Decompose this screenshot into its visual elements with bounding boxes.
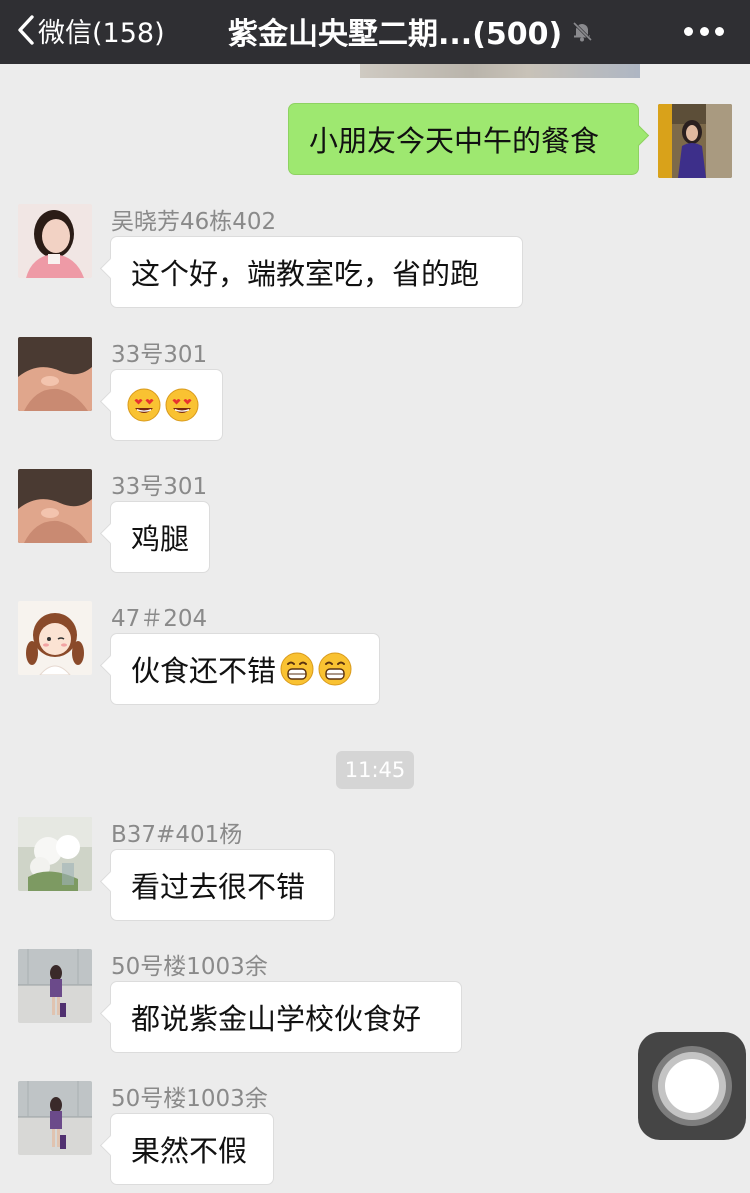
message-bubble[interactable]: 小朋友今天中午的餐食: [288, 103, 639, 175]
message-bubble[interactable]: 鸡腿: [110, 501, 210, 573]
chevron-left-icon: [18, 15, 34, 45]
sender-avatar[interactable]: [18, 469, 92, 543]
sender-name: 47＃204: [111, 606, 208, 632]
message-text: 小朋友今天中午的餐食: [309, 124, 600, 158]
message-bubble[interactable]: 果然不假: [110, 1113, 274, 1185]
grin-emoji-icon: [318, 652, 352, 686]
message-bubble[interactable]: [110, 369, 223, 441]
sender-avatar[interactable]: [18, 949, 92, 1023]
mute-bell-icon: [570, 19, 594, 43]
heart-eyes-emoji-icon: [127, 388, 161, 422]
message-text: 都说紫金山学校伙食好: [131, 1002, 422, 1036]
back-button[interactable]: 微信(158): [16, 10, 165, 50]
more-options-button[interactable]: [684, 17, 724, 45]
sender-name: 50号楼1003余: [111, 1086, 268, 1112]
previous-image-message[interactable]: [360, 64, 640, 78]
message-bubble[interactable]: 这个好，端教室吃，省的跑: [110, 236, 523, 308]
chat-title-text: 紫金山央墅二期...(500): [228, 17, 563, 52]
sender-avatar[interactable]: [18, 817, 92, 891]
my-avatar[interactable]: [658, 104, 732, 178]
back-label: 微信(158): [38, 17, 165, 49]
sender-avatar[interactable]: [18, 1081, 92, 1155]
message-text: 看过去很不错: [131, 870, 306, 904]
sender-name: B37#401杨: [111, 822, 243, 848]
assistive-touch-button[interactable]: [638, 1032, 746, 1140]
timestamp-label: 11:45: [336, 751, 414, 789]
sender-name: 50号楼1003余: [111, 954, 268, 980]
sender-avatar[interactable]: [18, 337, 92, 411]
more-dot-icon: [699, 26, 709, 36]
message-text: 鸡腿: [131, 522, 190, 556]
grin-emoji-icon: [280, 652, 314, 686]
heart-eyes-emoji-icon: [165, 388, 199, 422]
sender-avatar[interactable]: [18, 601, 92, 675]
navbar: 微信(158) 紫金山央墅二期...(500): [0, 0, 750, 64]
message-text: 果然不假: [131, 1134, 248, 1168]
message-text: 这个好，端教室吃，省的跑: [131, 257, 480, 291]
sender-avatar[interactable]: [18, 204, 92, 278]
sender-name: 33号301: [111, 342, 208, 368]
message-bubble[interactable]: 伙食还不错: [110, 633, 380, 705]
sender-name: 吴晓芳46栋402: [111, 209, 277, 235]
chat-title: 紫金山央墅二期...(500): [228, 9, 594, 53]
message-bubble[interactable]: 看过去很不错: [110, 849, 335, 921]
message-text: 伙食还不错: [131, 654, 277, 688]
message-bubble[interactable]: 都说紫金山学校伙食好: [110, 981, 462, 1053]
more-dot-icon: [715, 26, 724, 36]
sender-name: 33号301: [111, 474, 208, 500]
more-dot-icon: [684, 26, 693, 36]
assistive-touch-circle-icon: [665, 1059, 719, 1113]
